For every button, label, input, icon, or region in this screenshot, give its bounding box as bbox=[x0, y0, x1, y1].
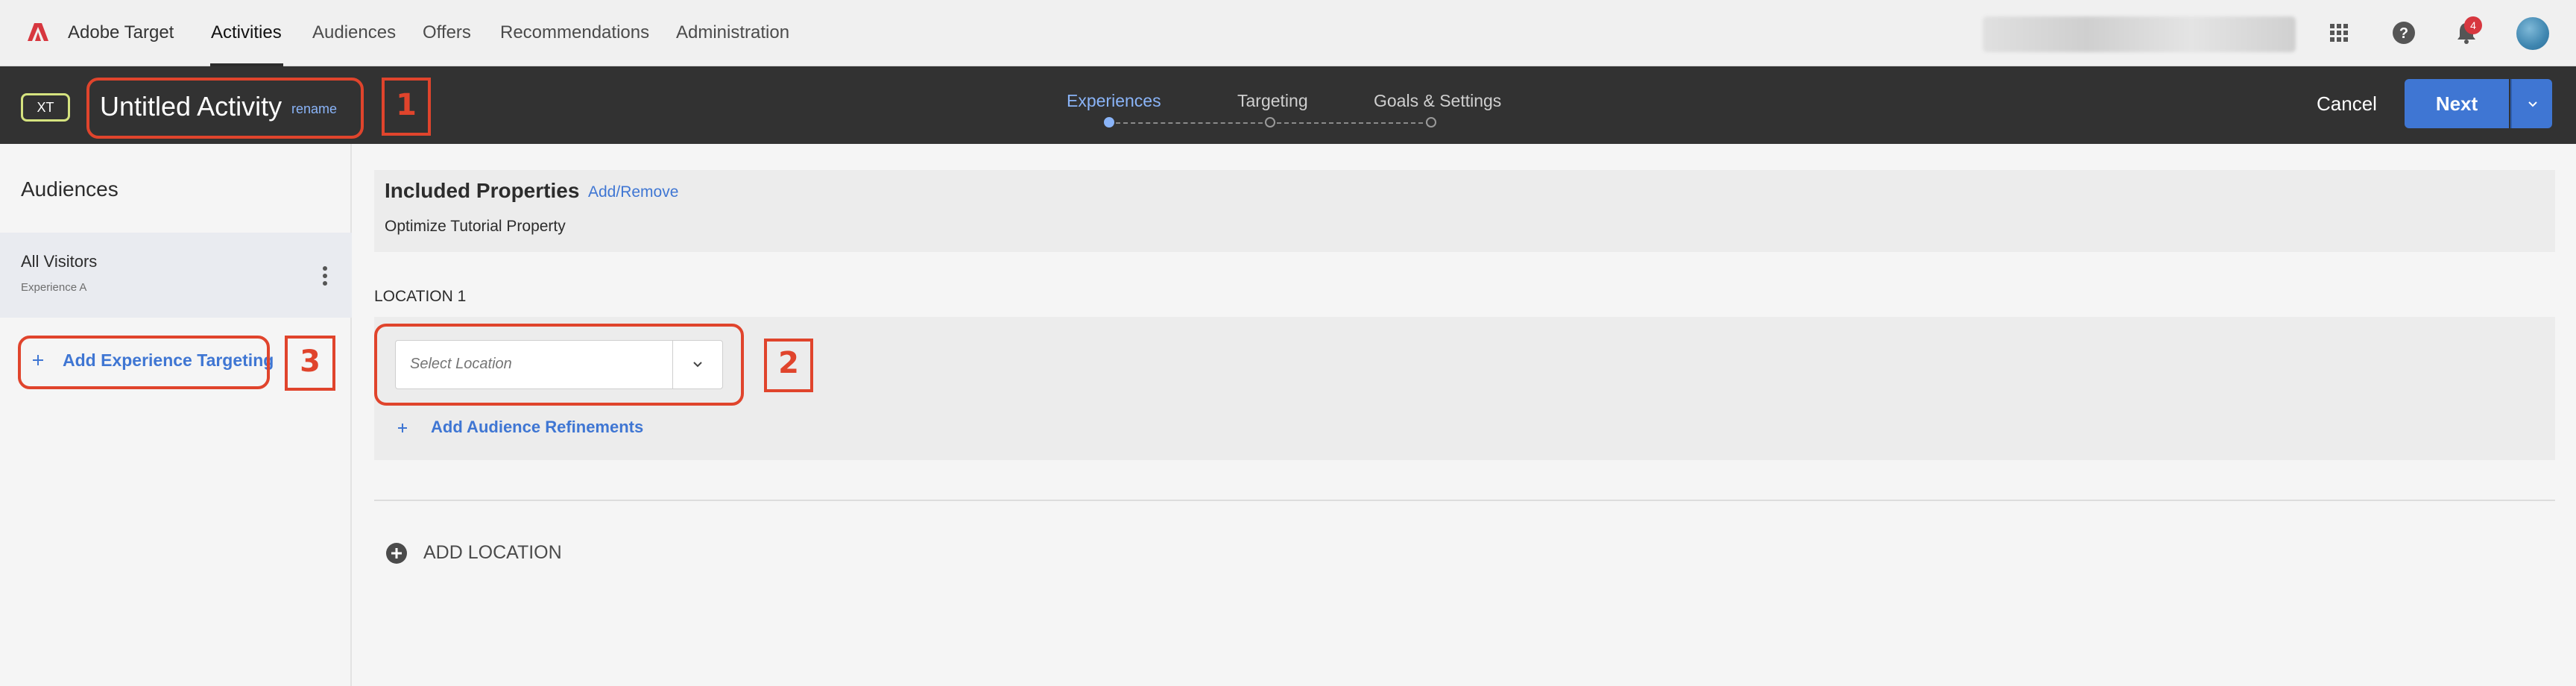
audiences-sidebar bbox=[0, 144, 352, 686]
annotation-highlight-2 bbox=[374, 324, 744, 406]
adobe-logo-icon[interactable] bbox=[27, 21, 49, 43]
nav-administration[interactable]: Administration bbox=[676, 22, 789, 43]
brand-name[interactable]: Adobe Target bbox=[68, 22, 174, 43]
add-location-button[interactable]: ADD LOCATION bbox=[423, 542, 562, 564]
help-icon[interactable]: ? bbox=[2390, 19, 2417, 46]
step-goals-settings[interactable]: Goals & Settings bbox=[1374, 91, 1501, 111]
step-targeting[interactable]: Targeting bbox=[1237, 91, 1308, 111]
location-label: LOCATION 1 bbox=[374, 288, 467, 305]
property-value: Optimize Tutorial Property bbox=[385, 218, 566, 235]
next-dropdown-button[interactable] bbox=[2510, 79, 2552, 128]
audience-experience: Experience A bbox=[21, 281, 87, 294]
apps-grid-icon[interactable] bbox=[2326, 19, 2352, 46]
step-connector bbox=[1116, 122, 1270, 124]
annotation-number-1: 1 bbox=[396, 88, 417, 122]
more-options-icon[interactable] bbox=[321, 265, 329, 286]
svg-text:?: ? bbox=[2399, 25, 2408, 42]
annotation-highlight-1 bbox=[86, 78, 364, 139]
add-audience-refinements-button[interactable]: Add Audience Refinements bbox=[431, 418, 643, 437]
plus-icon bbox=[398, 424, 407, 432]
audience-item-all-visitors[interactable] bbox=[0, 233, 352, 318]
nav-offers[interactable]: Offers bbox=[423, 22, 471, 43]
included-properties-panel bbox=[374, 170, 2555, 252]
sidebar-title: Audiences bbox=[21, 177, 119, 201]
step-dot-goals bbox=[1426, 117, 1436, 128]
step-experiences[interactable]: Experiences bbox=[1067, 91, 1161, 111]
annotation-number-3: 3 bbox=[300, 344, 321, 379]
annotation-highlight-3 bbox=[18, 336, 270, 389]
annotation-number-2: 2 bbox=[778, 346, 799, 380]
audience-name: All Visitors bbox=[21, 252, 98, 271]
nav-recommendations[interactable]: Recommendations bbox=[500, 22, 649, 43]
add-circle-icon[interactable] bbox=[385, 541, 408, 565]
nav-activities[interactable]: Activities bbox=[211, 22, 282, 43]
top-nav: Adobe Target Activities Audiences Offers… bbox=[0, 0, 2576, 66]
cancel-button[interactable]: Cancel bbox=[2317, 92, 2377, 116]
notification-badge: 4 bbox=[2464, 16, 2482, 34]
chevron-down-icon bbox=[2528, 101, 2537, 107]
next-button[interactable]: Next bbox=[2405, 79, 2509, 128]
included-properties-title: Included Properties bbox=[385, 179, 580, 202]
redacted-account-area bbox=[1983, 16, 2296, 52]
nav-audiences[interactable]: Audiences bbox=[312, 22, 396, 43]
add-remove-link[interactable]: Add/Remove bbox=[588, 183, 678, 201]
activity-type-badge: XT bbox=[21, 93, 70, 122]
section-divider bbox=[374, 500, 2555, 501]
step-dot-experiences bbox=[1104, 117, 1114, 128]
avatar[interactable] bbox=[2516, 17, 2549, 50]
step-connector bbox=[1277, 122, 1430, 124]
step-dot-targeting bbox=[1265, 117, 1275, 128]
